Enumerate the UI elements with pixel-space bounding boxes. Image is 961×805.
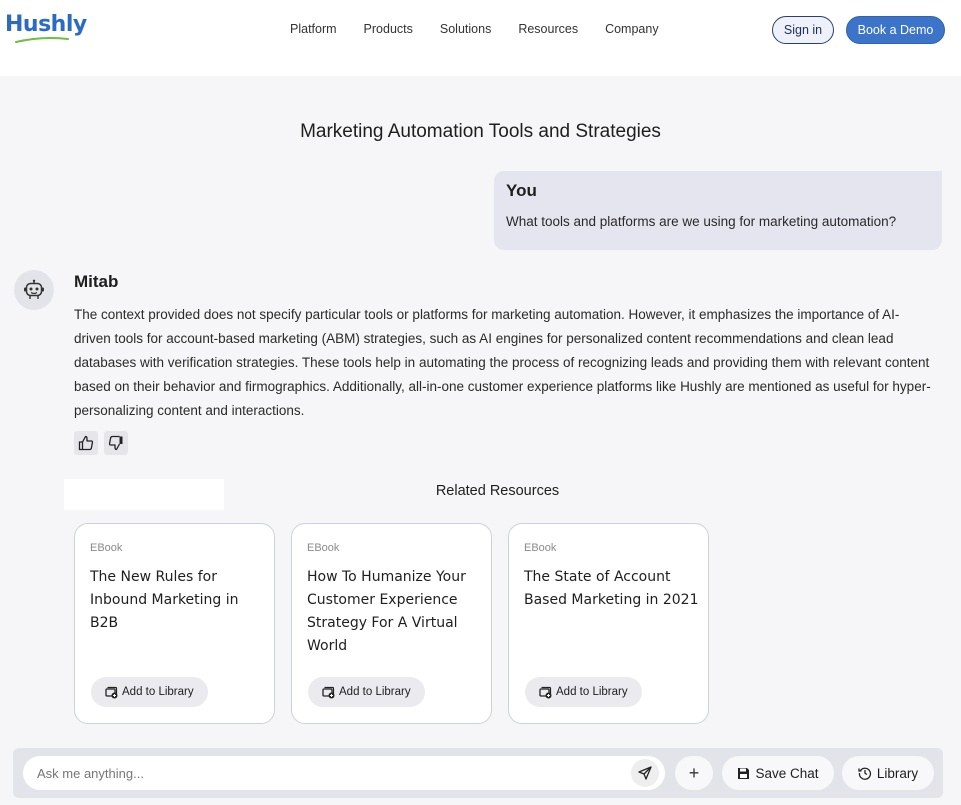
- user-message-author: You: [506, 181, 537, 200]
- chat-input-wrapper: [23, 756, 665, 790]
- library-label: Library: [876, 765, 919, 781]
- add-to-library-label: Add to Library: [122, 686, 194, 698]
- resource-card-type: EBook: [524, 542, 557, 554]
- add-to-library-button[interactable]: Add to Library: [525, 677, 642, 707]
- library-add-icon: [539, 686, 552, 698]
- save-chat-label: Save Chat: [755, 765, 819, 781]
- chat-composer: + Save Chat Library: [13, 748, 943, 798]
- add-to-library-button[interactable]: Add to Library: [91, 677, 208, 707]
- send-button[interactable]: [631, 759, 659, 787]
- thumbs-up-icon: [78, 435, 94, 451]
- nav-item-company[interactable]: Company: [605, 22, 659, 36]
- plus-icon: +: [688, 762, 700, 783]
- resource-card-title[interactable]: The New Rules for Inbound Marketing in B…: [90, 566, 265, 635]
- page-title: Marketing Automation Tools and Strategie…: [300, 121, 661, 142]
- thumbs-up-button[interactable]: [74, 431, 98, 455]
- history-icon: [858, 767, 871, 780]
- chat-panel: Marketing Automation Tools and Strategie…: [0, 76, 961, 805]
- send-icon: [638, 766, 652, 780]
- nav-item-resources[interactable]: Resources: [518, 22, 578, 36]
- save-icon: [738, 767, 750, 779]
- add-to-library-button[interactable]: Add to Library: [308, 677, 425, 707]
- user-message-text: What tools and platforms are we using fo…: [506, 214, 897, 229]
- library-button[interactable]: Library: [842, 756, 934, 790]
- resource-card-title[interactable]: The State of Account Based Marketing in …: [524, 566, 699, 612]
- sign-in-button[interactable]: Sign in: [772, 16, 834, 44]
- book-demo-button[interactable]: Book a Demo: [846, 16, 945, 44]
- add-to-library-label: Add to Library: [339, 686, 411, 698]
- thumbs-down-icon: [108, 435, 123, 451]
- resource-card-title[interactable]: How To Humanize Your Customer Experience…: [307, 566, 482, 658]
- nav-item-platform[interactable]: Platform: [290, 22, 337, 36]
- chat-input[interactable]: [37, 756, 617, 790]
- resource-card[interactable]: EBook The State of Account Based Marketi…: [508, 523, 709, 724]
- library-add-icon: [322, 686, 335, 698]
- save-chat-button[interactable]: Save Chat: [722, 756, 834, 790]
- bot-message-author: Mitab: [74, 272, 119, 291]
- robot-icon: [24, 279, 44, 299]
- main-nav: Platform Products Solutions Resources Co…: [290, 22, 659, 36]
- nav-item-solutions[interactable]: Solutions: [440, 22, 491, 36]
- resource-card[interactable]: EBook How To Humanize Your Customer Expe…: [291, 523, 492, 724]
- hushly-logo[interactable]: Hushly: [5, 12, 87, 37]
- bot-message-text: The context provided does not specify pa…: [74, 307, 931, 418]
- library-add-icon: [105, 686, 118, 698]
- site-header: Hushly Platform Products Solutions Resou…: [0, 0, 961, 64]
- bot-avatar: [14, 270, 54, 310]
- new-chat-button[interactable]: +: [675, 756, 713, 790]
- thumbs-down-button[interactable]: [104, 431, 128, 455]
- nav-item-products[interactable]: Products: [364, 22, 413, 36]
- user-message: You What tools and platforms are we usin…: [494, 171, 942, 250]
- resource-card-type: EBook: [90, 542, 123, 554]
- resource-card[interactable]: EBook The New Rules for Inbound Marketin…: [74, 523, 275, 724]
- resource-card-type: EBook: [307, 542, 340, 554]
- logo-swoosh-icon: [15, 37, 69, 43]
- related-resources-title: Related Resources: [435, 483, 560, 499]
- add-to-library-label: Add to Library: [556, 686, 628, 698]
